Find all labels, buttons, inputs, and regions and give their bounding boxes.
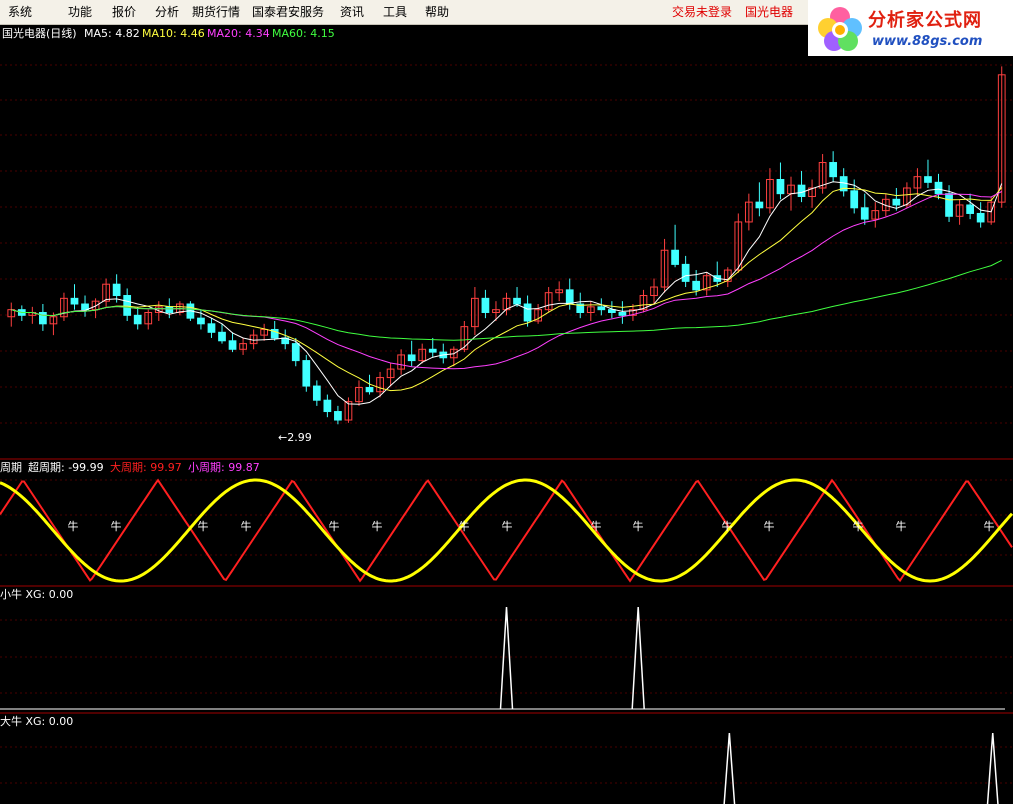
big-bull-label: 大牛 XG: 0.00: [0, 714, 73, 728]
small-bull-signal-spike: [499, 606, 514, 710]
candle-body: [671, 249, 679, 265]
candle-body: [302, 360, 311, 387]
candle-body: [291, 343, 300, 362]
candle-body: [797, 184, 806, 197]
cycle-panel-prefix: 周期: [0, 461, 22, 474]
bull-marker: 牛: [853, 519, 864, 533]
big-cycle-label: 大周期: 99.97: [110, 460, 182, 474]
ma60-label: MA60: 4.15: [272, 27, 335, 40]
big-bull-signal-spike: [986, 732, 999, 804]
candle-body: [597, 306, 606, 311]
bull-marker: 牛: [896, 519, 907, 533]
small-bull-label: 小牛 XG: 0.00: [0, 587, 73, 601]
candle-body: [681, 263, 690, 282]
bull-marker: 牛: [764, 519, 775, 533]
big-bull-signal-spike: [723, 732, 736, 804]
candle-body: [133, 314, 142, 325]
bull-marker: 牛: [633, 519, 644, 533]
candle-body: [976, 212, 985, 223]
menu-item-help[interactable]: 帮助: [425, 3, 449, 20]
grid-layer: [0, 64, 1013, 784]
candle-body: [755, 201, 764, 209]
candle-body: [966, 204, 974, 214]
bull-marker: 牛: [372, 519, 383, 533]
price-panel-title: 国光电器(日线): [2, 26, 77, 40]
candle-body: [776, 179, 785, 195]
bull-marker: 牛: [329, 519, 340, 533]
ma10-line: [11, 187, 1003, 392]
bull-marker: 牛: [68, 519, 79, 533]
candle-body: [112, 283, 121, 297]
login-status[interactable]: 交易未登录: [672, 3, 732, 20]
candle-body: [197, 317, 205, 325]
ma10-label: MA10: 4.46: [142, 27, 205, 40]
ma5-label: MA5: 4.82: [84, 27, 140, 40]
logo-url: www.88gs.com: [872, 34, 983, 49]
candle-body: [860, 207, 869, 220]
candle-body: [207, 323, 216, 333]
ma20-line: [11, 191, 1002, 370]
candle-body: [365, 386, 374, 393]
bull-marker: 牛: [241, 519, 252, 533]
candle-body: [407, 354, 416, 362]
candle-body: [123, 295, 132, 316]
menu-item-system[interactable]: 系统: [8, 3, 32, 20]
candle-body: [334, 411, 342, 421]
candle-body: [829, 162, 838, 178]
candle-body: [428, 348, 437, 353]
small-bull-signal-spike: [631, 606, 645, 710]
bull-marker: 牛: [722, 519, 733, 533]
menu-item-quote[interactable]: 报价: [112, 3, 136, 20]
candle-body: [70, 297, 79, 305]
candle-body: [165, 306, 174, 313]
small-cycle-label: 小周期: 99.87: [188, 461, 260, 474]
bull-marker: 牛: [111, 519, 122, 533]
candle-body: [523, 303, 532, 322]
candle-body: [481, 297, 490, 313]
candles-layer: [7, 66, 1006, 425]
ma20-label: MA20: 4.34: [207, 27, 270, 40]
bull-marker: 牛: [198, 519, 209, 533]
chart-area: 牛 牛 牛 牛 牛 牛 牛 牛 牛 牛 牛 牛 牛 牛 牛 国光电器(日线) MA5: 4.82 MA10:…: [0, 26, 1013, 804]
logo-title: 分析家公式网: [868, 10, 982, 31]
stock-name-link[interactable]: 国光电器: [745, 3, 793, 20]
menu-item-futures[interactable]: 期货行情: [192, 3, 240, 20]
cycle-layer: 牛牛牛牛牛牛牛牛牛牛牛牛牛牛牛: [0, 478, 1013, 583]
menu-item-gtja-service[interactable]: 国泰君安服务: [252, 3, 324, 20]
bull-marker: 牛: [984, 519, 995, 533]
flower-logo-icon: [818, 7, 862, 51]
candle-body: [513, 297, 521, 305]
candle-body: [81, 303, 89, 311]
candle-body: [892, 198, 901, 206]
candle-body: [618, 311, 627, 316]
candle-body: [945, 193, 953, 217]
candle-body: [692, 280, 701, 291]
low-price-label: ←2.99: [278, 431, 312, 444]
bull-marker: 牛: [591, 519, 602, 533]
menu-item-function[interactable]: 功能: [68, 3, 92, 20]
bull-marker: 牛: [459, 519, 470, 533]
super-cycle-label: 超周期: -99.99: [28, 460, 104, 474]
candle-body: [924, 176, 932, 183]
candle-body: [565, 289, 574, 305]
candle-body: [218, 331, 226, 342]
candle-body: [850, 190, 859, 209]
signal-layer: [0, 606, 1005, 804]
candle-body: [934, 181, 943, 195]
candle-body: [323, 399, 332, 413]
menu-item-news[interactable]: 资讯: [340, 3, 364, 20]
bull-marker: 牛: [502, 519, 513, 533]
menu-item-analysis[interactable]: 分析: [155, 3, 179, 20]
candle-body: [312, 385, 321, 401]
candle-body: [228, 340, 237, 350]
menu-item-tools[interactable]: 工具: [383, 3, 407, 20]
site-logo[interactable]: 分析家公式网 www.88gs.com: [808, 0, 1013, 56]
